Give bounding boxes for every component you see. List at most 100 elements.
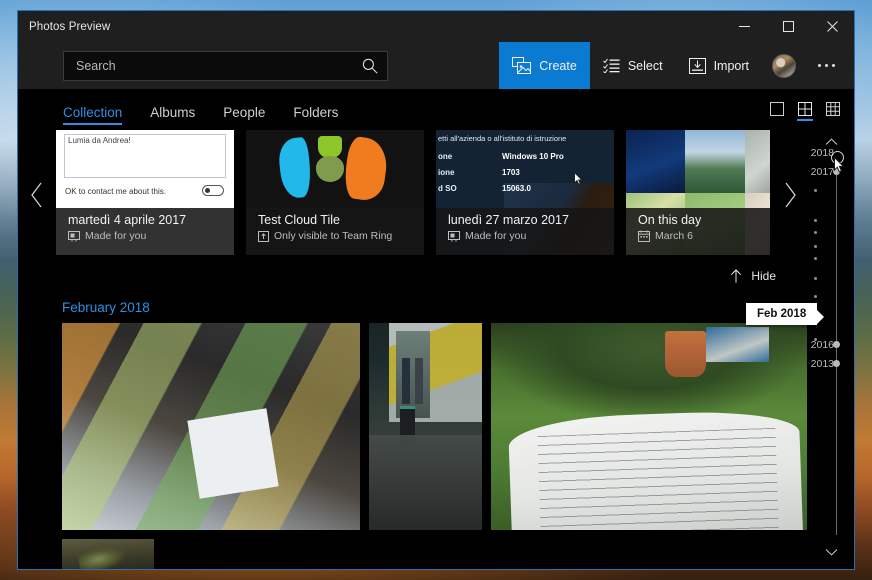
shop-person-1 — [401, 358, 410, 404]
specs-value-1: 1703 — [502, 168, 520, 177]
carousel-card-0[interactable]: Lumia da Andrea! OK to contact me about … — [56, 130, 234, 255]
timeline-tick-6 — [814, 295, 817, 298]
close-button[interactable] — [810, 11, 854, 42]
more-options-button[interactable] — [806, 42, 846, 89]
blob-blue — [276, 136, 314, 200]
timeline-scrollbar[interactable]: 2018 2017 2016 2013 — [808, 125, 854, 569]
photo-notebook-garden[interactable] — [491, 323, 807, 530]
select-label: Select — [627, 58, 663, 73]
view-mode-large-button[interactable] — [770, 102, 784, 121]
timeline-tick-3 — [814, 245, 817, 248]
timeline-scroll-down-button[interactable] — [808, 541, 854, 563]
title-bar: Photos Preview — [18, 11, 854, 42]
carousel-card-3[interactable]: On this day March 6 — [626, 130, 770, 255]
specs-value-0: Windows 10 Pro — [502, 152, 564, 161]
timeline-tick-2 — [814, 231, 817, 234]
card-subtitle-text-2: Made for you — [465, 230, 527, 242]
chevron-left-icon — [30, 182, 42, 208]
carousel-prev-button[interactable] — [18, 130, 56, 260]
carousel-track: Lumia da Andrea! OK to contact me about … — [56, 130, 770, 260]
specs-header: etti all'azienda o all'istituto di istru… — [438, 134, 567, 143]
mouse-pointer-icon — [834, 157, 845, 173]
create-label: Create — [539, 58, 577, 73]
memories-carousel: Lumia da Andrea! OK to contact me about … — [18, 130, 808, 260]
timeline-tick-4 — [814, 257, 817, 260]
made-for-you-icon — [68, 230, 80, 241]
card-meta-2: lunedì 27 marzo 2017 Made for you — [436, 208, 614, 255]
specs-value-2: 15063.0 — [502, 184, 531, 193]
select-button[interactable]: Select — [590, 42, 676, 89]
card-title-3: On this day — [638, 213, 702, 227]
mouse-pointer-icon — [574, 172, 583, 185]
photo-seed-packets[interactable] — [62, 323, 360, 530]
search-input[interactable] — [76, 58, 361, 73]
photo-shop-interior[interactable] — [369, 323, 482, 530]
maximize-button[interactable] — [766, 11, 810, 42]
photo-palm-night[interactable] — [62, 539, 154, 569]
card-title-1: Test Cloud Tile — [258, 213, 340, 227]
timeline-label-2017: 2017 — [810, 166, 834, 178]
timeline-tick-1 — [814, 219, 817, 222]
search-box[interactable] — [63, 50, 388, 81]
grid-3x3-icon — [826, 102, 840, 116]
card-subtitle-text-1: Only visible to Team Ring — [274, 230, 393, 242]
view-mode-small-button[interactable] — [826, 102, 840, 121]
timeline-dot-2013[interactable] — [833, 360, 840, 367]
hide-button[interactable]: Hide — [730, 269, 776, 283]
timeline-rail — [836, 165, 837, 535]
chevron-right-icon — [784, 182, 796, 208]
month-header[interactable]: February 2018 — [18, 290, 808, 323]
grid-2x2-icon — [798, 102, 812, 116]
tab-collection[interactable]: Collection — [63, 105, 123, 125]
feedback-consent-label: OK to contact me about this. — [65, 187, 166, 196]
gallery-scroll-region[interactable]: Lumia da Andrea! OK to contact me about … — [18, 125, 808, 569]
palm-frond — [76, 539, 148, 569]
select-icon — [602, 58, 620, 73]
shop-person-2 — [415, 358, 424, 404]
card-subtitle-2: Made for you — [448, 230, 604, 242]
garden-notebook — [507, 409, 803, 530]
create-button[interactable]: Create — [499, 42, 590, 89]
garden-deckchair — [705, 327, 770, 363]
arrow-up-icon — [731, 269, 742, 283]
hide-row: Hide — [18, 262, 808, 290]
view-mode-group — [770, 102, 840, 125]
content-area: Lumia da Andrea! OK to contact me about … — [18, 125, 854, 569]
carousel-card-1[interactable]: Test Cloud Tile Only visible to Team Rin… — [246, 130, 424, 255]
card-meta-3: On this day March 6 — [626, 208, 770, 255]
create-icon — [512, 57, 532, 74]
account-button[interactable] — [762, 42, 806, 89]
avatar — [772, 53, 796, 78]
minimize-button[interactable] — [722, 11, 766, 42]
single-square-icon — [770, 102, 784, 116]
tab-people[interactable]: People — [223, 105, 265, 125]
cloud-upload-icon — [258, 230, 269, 242]
blob-green-top — [318, 136, 342, 158]
import-label: Import — [713, 58, 749, 73]
card-title-2: lunedì 27 marzo 2017 — [448, 213, 569, 227]
import-icon — [688, 57, 706, 74]
hide-label: Hide — [751, 269, 776, 283]
timeline-dot-2016[interactable] — [833, 341, 840, 348]
mosaic-tile-3 — [744, 130, 770, 193]
tab-folders[interactable]: Folders — [293, 105, 338, 125]
specs-key-2: d SO — [438, 184, 457, 193]
card-meta-0: martedì 4 aprile 2017 Made for you — [56, 208, 234, 255]
carousel-card-2[interactable]: etti all'azienda o all'istituto di istru… — [436, 130, 614, 255]
import-button[interactable]: Import — [676, 42, 762, 89]
timeline-label-2013: 2013 — [810, 358, 834, 370]
close-icon — [826, 21, 838, 32]
photos-app-window: Photos Preview Search Create Select Impo… — [17, 10, 855, 570]
photo-paper-note — [187, 408, 280, 499]
card-subtitle-0: Made for you — [68, 230, 224, 242]
command-bar: Create Select Import — [18, 42, 854, 89]
maximize-icon — [782, 21, 794, 32]
minimize-icon — [738, 26, 750, 27]
view-mode-medium-button[interactable] — [797, 102, 813, 121]
specs-key-1: ione — [438, 168, 455, 177]
blob-green-bottom — [316, 156, 344, 182]
tab-albums[interactable]: Albums — [150, 105, 195, 125]
card-meta-1: Test Cloud Tile Only visible to Team Rin… — [246, 208, 424, 255]
carousel-next-button[interactable] — [770, 130, 808, 260]
specs-key-0: one — [438, 152, 453, 161]
